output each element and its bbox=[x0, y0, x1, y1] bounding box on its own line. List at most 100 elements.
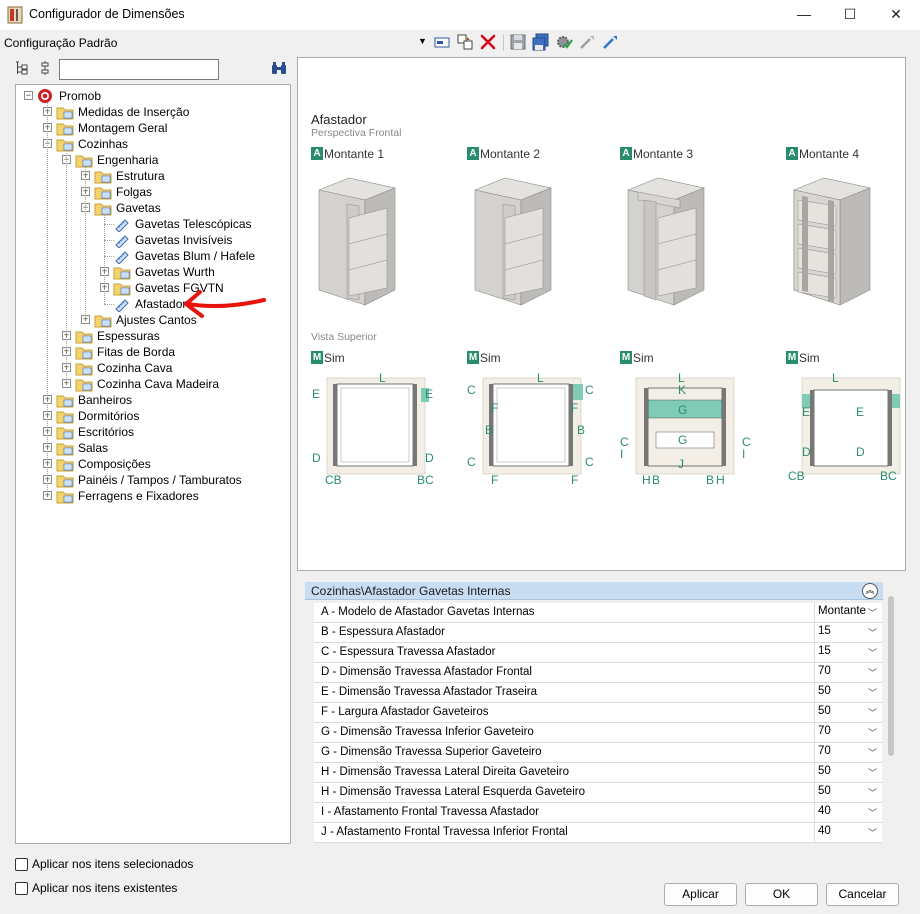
properties-scrollbar[interactable] bbox=[888, 596, 894, 756]
import-icon[interactable] bbox=[578, 33, 596, 51]
sim-text: Sim bbox=[799, 351, 820, 365]
chevron-down-icon[interactable]: ﹀ bbox=[868, 826, 877, 839]
chevron-down-icon[interactable]: ﹀ bbox=[868, 766, 877, 779]
dimension-letter: BC bbox=[880, 469, 897, 483]
apply-button[interactable]: Aplicar bbox=[664, 883, 737, 906]
collapse-button[interactable]: ︽ bbox=[862, 583, 878, 599]
property-value-text: 70 bbox=[818, 665, 831, 677]
edit-config-icon[interactable] bbox=[433, 33, 451, 51]
property-value-dropdown[interactable]: 50 ﹀ bbox=[814, 763, 881, 782]
preview-panel: Afastador Perspectiva Frontal Vista Supe… bbox=[297, 57, 906, 571]
property-row: G - Dimensão Travessa Inferior Gaveteiro… bbox=[314, 723, 882, 743]
sim-text: Sim bbox=[480, 351, 501, 365]
chevron-down-icon[interactable]: ﹀ bbox=[868, 646, 877, 659]
configuration-label[interactable]: Configuração Padrão bbox=[4, 36, 117, 50]
ruler-icon bbox=[115, 251, 129, 264]
maximize-button[interactable]: ☐ bbox=[827, 0, 873, 30]
m-badge-icon: M bbox=[620, 351, 632, 364]
cabinet-perspective-1 bbox=[317, 177, 397, 306]
montante-text: Montante 2 bbox=[480, 147, 541, 161]
property-value-dropdown[interactable]: 50 ﹀ bbox=[814, 783, 881, 802]
tree-node-label: Estrutura bbox=[116, 169, 165, 183]
dimension-letter: F bbox=[571, 473, 578, 487]
collapse-toggle-icon[interactable]: − bbox=[24, 91, 33, 100]
top-view-diagram-4: L E E D D CB BC bbox=[788, 371, 901, 483]
chevron-down-icon[interactable]: ﹀ bbox=[868, 806, 877, 819]
cabinet-perspective-2 bbox=[473, 177, 553, 306]
property-row: D - Dimensão Travessa Afastador Frontal 7… bbox=[314, 663, 882, 683]
property-value-dropdown[interactable]: Montante ﹀ bbox=[814, 603, 881, 622]
folder-icon bbox=[56, 411, 74, 424]
settings-check-icon[interactable] bbox=[555, 33, 573, 51]
apply-existing-checkbox[interactable] bbox=[15, 882, 28, 895]
folder-icon bbox=[56, 395, 74, 408]
property-value-text: 70 bbox=[818, 745, 831, 757]
property-row: H - Dimensão Travessa Lateral Direita Ga… bbox=[314, 763, 882, 783]
property-value-text: 70 bbox=[818, 725, 831, 737]
ruler-icon bbox=[115, 235, 129, 248]
chevron-down-icon[interactable]: ﹀ bbox=[868, 686, 877, 699]
property-value-dropdown[interactable]: 50 ﹀ bbox=[814, 683, 881, 702]
apply-selected-checkbox[interactable] bbox=[15, 858, 28, 871]
ok-button[interactable]: OK bbox=[745, 883, 818, 906]
property-value-dropdown[interactable]: 15 ﹀ bbox=[814, 623, 881, 642]
copy-config-icon[interactable] bbox=[456, 33, 474, 51]
property-value-dropdown[interactable]: 70 ﹀ bbox=[814, 723, 881, 742]
tree-node-label: Gavetas Telescópicas bbox=[135, 217, 252, 231]
configuration-dropdown-arrow[interactable]: ▼ bbox=[418, 36, 427, 46]
a-badge-icon: A bbox=[311, 147, 323, 160]
export-icon[interactable] bbox=[601, 33, 619, 51]
property-value-dropdown[interactable]: 50 ﹀ bbox=[814, 703, 881, 722]
dimension-letter: C bbox=[585, 383, 594, 397]
property-value-dropdown[interactable]: 70 ﹀ bbox=[814, 663, 881, 682]
dimension-letter: G bbox=[678, 433, 687, 447]
chevron-down-icon[interactable]: ﹀ bbox=[868, 666, 877, 679]
tree-node-label: Fitas de Borda bbox=[97, 345, 176, 359]
cancel-button[interactable]: Cancelar bbox=[826, 883, 899, 906]
delete-icon[interactable] bbox=[479, 33, 497, 51]
chevron-down-icon[interactable]: ﹀ bbox=[868, 706, 877, 719]
close-button[interactable]: ✕ bbox=[873, 0, 919, 30]
tree-node-label: Engenharia bbox=[97, 153, 159, 167]
property-row: A - Modelo de Afastador Gavetas Internas… bbox=[314, 603, 882, 623]
cabinet-perspective-4 bbox=[792, 177, 872, 306]
tree-node-label: Banheiros bbox=[78, 393, 133, 407]
save-icon[interactable] bbox=[509, 33, 527, 51]
property-row: C - Espessura Travessa Afastador 15 ﹀ bbox=[314, 643, 882, 663]
property-value-dropdown[interactable]: 15 ﹀ bbox=[814, 643, 881, 662]
search-input[interactable] bbox=[59, 59, 219, 80]
dimension-tree[interactable]: − Promob + Medidas de Inserção + Montagem Ger… bbox=[15, 84, 291, 844]
chevron-down-icon[interactable]: ﹀ bbox=[868, 626, 877, 639]
dimension-letter: D bbox=[856, 445, 865, 459]
montante-text: Montante 4 bbox=[799, 147, 860, 161]
minimize-button[interactable]: — bbox=[781, 0, 827, 30]
property-label: A - Modelo de Afastador Gavetas Internas bbox=[321, 606, 535, 618]
dimension-letter: C bbox=[585, 455, 594, 469]
property-value-dropdown[interactable]: 70 ﹀ bbox=[814, 743, 881, 762]
tree-node-label: Gavetas Wurth bbox=[135, 265, 215, 279]
expand-tree-icon[interactable] bbox=[14, 60, 30, 76]
property-label: B - Espessura Afastador bbox=[321, 626, 446, 638]
property-value-text: 50 bbox=[818, 705, 831, 717]
property-label: I - Afastamento Frontal Travessa Afastad… bbox=[321, 806, 539, 818]
save-all-icon[interactable] bbox=[532, 33, 550, 51]
collapse-tree-icon[interactable] bbox=[39, 60, 51, 76]
property-value-dropdown[interactable]: 40 ﹀ bbox=[814, 823, 881, 842]
promob-logo-icon bbox=[38, 89, 52, 103]
dimension-letter: D bbox=[312, 451, 321, 465]
tree-connector bbox=[47, 102, 48, 496]
property-value-dropdown[interactable]: 40 ﹀ bbox=[814, 803, 881, 822]
chevron-down-icon[interactable]: ﹀ bbox=[868, 786, 877, 799]
chevron-down-icon[interactable]: ﹀ bbox=[868, 606, 877, 619]
binoculars-search-icon[interactable] bbox=[270, 60, 288, 76]
sim-text: Sim bbox=[633, 351, 654, 365]
m-badge-icon: M bbox=[467, 351, 479, 364]
property-label: J - Afastamento Frontal Travessa Inferio… bbox=[321, 826, 568, 838]
property-value-text: 50 bbox=[818, 685, 831, 697]
chevron-down-icon[interactable]: ﹀ bbox=[868, 726, 877, 739]
folder-icon bbox=[56, 123, 74, 136]
dimension-letter: F bbox=[571, 401, 578, 415]
dimension-letter: B bbox=[577, 423, 585, 437]
chevron-down-icon[interactable]: ﹀ bbox=[868, 746, 877, 759]
preview-title: Afastador bbox=[311, 112, 367, 127]
